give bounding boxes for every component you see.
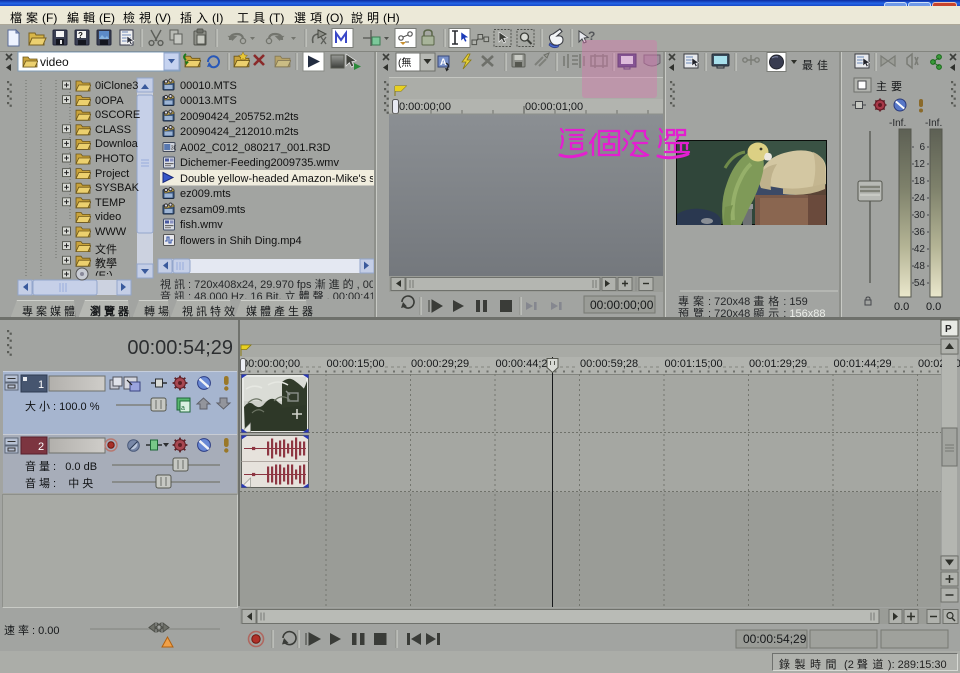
- svg-text:0.0: 0.0: [926, 301, 941, 313]
- svg-text:6: 6: [919, 142, 925, 153]
- svg-text:-Inf.: -Inf.: [925, 118, 942, 129]
- svg-text:42: 42: [914, 244, 926, 255]
- svg-text:主要: 主要: [876, 80, 906, 93]
- svg-text:12: 12: [914, 159, 926, 170]
- svg-text:00:00:54;29: 00:00:54;29: [743, 632, 807, 646]
- svg-text:0.0: 0.0: [894, 301, 909, 313]
- svg-text:48: 48: [914, 261, 926, 272]
- svg-text:2: 2: [38, 441, 44, 453]
- svg-text:1: 1: [38, 379, 44, 391]
- svg-text:(無: (無: [398, 56, 411, 69]
- svg-text:專案: 720x48 畫格: 159: 專案: 720x48 畫格: 159: [678, 294, 808, 308]
- svg-text:A: A: [440, 57, 447, 67]
- svg-text:a: a: [181, 405, 185, 412]
- svg-text:?: ?: [78, 31, 83, 40]
- svg-text:24: 24: [914, 193, 926, 204]
- svg-text:36: 36: [914, 227, 926, 238]
- svg-text:30: 30: [914, 210, 926, 221]
- svg-text:54: 54: [914, 278, 926, 289]
- svg-text:-Inf.: -Inf.: [889, 118, 906, 129]
- svg-text:P: P: [945, 324, 952, 335]
- svg-text:18: 18: [914, 176, 926, 187]
- svg-text:video: video: [40, 55, 69, 69]
- svg-text:00:00:00;00: 00:00:00;00: [590, 298, 654, 312]
